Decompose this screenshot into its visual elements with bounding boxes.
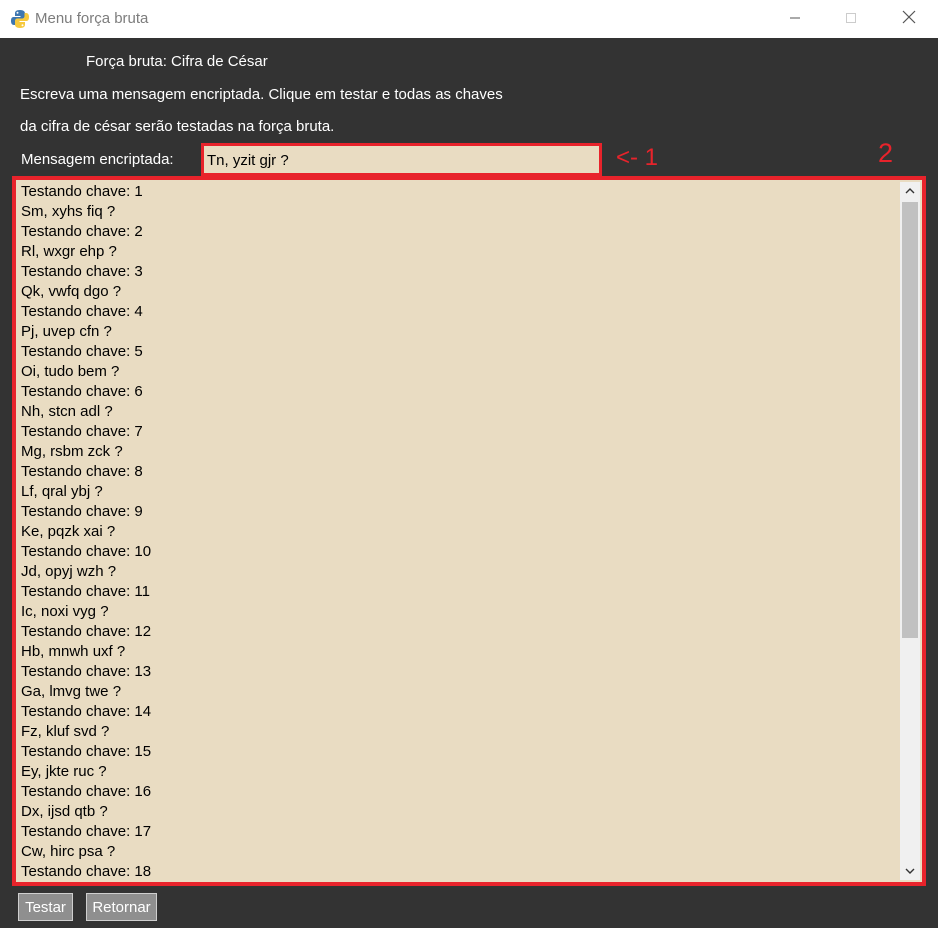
output-line: Testando chave: 10: [21, 543, 152, 560]
output-line: Dx, ijsd qtb ?: [21, 803, 108, 820]
output-line: Ke, pqzk xai ?: [21, 523, 116, 540]
output-line: Testando chave: 13: [21, 663, 152, 680]
window-title: Menu força bruta: [35, 10, 149, 27]
output-line: Ga, lmvg twe ?: [21, 683, 122, 700]
output-line: Testando chave: 15: [21, 743, 152, 760]
scroll-up-button[interactable]: [900, 182, 920, 200]
minimize-icon: [789, 11, 801, 28]
output-list: Testando chave: 1 Sm, xyhs fiq ? Testando …: [21, 182, 891, 882]
output-line: Nh, stcn adl ?: [21, 403, 113, 420]
output-line: Testando chave: 9: [21, 503, 143, 520]
output-line: Testando chave: 17: [21, 823, 152, 840]
python-icon: [10, 9, 30, 29]
scrollbar-thumb[interactable]: [902, 202, 918, 638]
encrypted-message-field-frame: [201, 143, 602, 176]
output-line: Cw, hirc psa ?: [21, 843, 116, 860]
maximize-button[interactable]: [822, 0, 880, 38]
scroll-down-button[interactable]: [900, 862, 920, 880]
output-line: Testando chave: 14: [21, 703, 152, 720]
description-line-1: Escreva uma mensagem encriptada. Clique …: [20, 86, 503, 103]
output-line: Testando chave: 16: [21, 783, 152, 800]
close-button[interactable]: [880, 0, 938, 38]
output-line: Rl, wxgr ehp ?: [21, 243, 117, 260]
return-button[interactable]: Retornar: [86, 893, 157, 921]
output-line: Testando chave: 11: [21, 583, 150, 600]
output-line: Testando chave: 12: [21, 623, 152, 640]
title-bar: Menu força bruta: [0, 0, 938, 38]
page-heading: Força bruta: Cifra de César: [86, 53, 268, 70]
output-line: Mg, rsbm zck ?: [21, 443, 123, 460]
output-line: Testando chave: 5: [21, 343, 143, 360]
output-line: Testando chave: 1: [21, 183, 143, 200]
test-button[interactable]: Testar: [18, 893, 73, 921]
encrypted-message-label: Mensagem encriptada:: [21, 151, 174, 168]
output-line: Sm, xyhs fiq ?: [21, 203, 116, 220]
chevron-down-icon: [905, 862, 915, 880]
output-line: Testando chave: 7: [21, 423, 143, 440]
output-text-area[interactable]: Testando chave: 1 Sm, xyhs fiq ? Testando …: [12, 176, 926, 886]
output-line: Fz, kluf svd ?: [21, 723, 110, 740]
close-icon: [902, 10, 916, 28]
description-line-2: da cifra de césar serão testadas na forç…: [20, 118, 335, 135]
output-line: Qk, vwfq dgo ?: [21, 283, 122, 300]
output-line: Testando chave: 3: [21, 263, 143, 280]
annotation-marker-2: 2: [878, 138, 894, 168]
output-line: Jd, opyj wzh ?: [21, 563, 117, 580]
output-line: Pj, uvep cfn ?: [21, 323, 112, 340]
maximize-icon: [845, 11, 857, 28]
output-line: Testando chave: 18: [21, 863, 152, 880]
output-line: Lf, qral ybj ?: [21, 483, 103, 500]
encrypted-message-input[interactable]: [204, 146, 599, 173]
output-line: Testando chave: 8: [21, 463, 143, 480]
chevron-up-icon: [905, 182, 915, 200]
vertical-scrollbar[interactable]: [900, 182, 920, 880]
output-line: Ey, jkte ruc ?: [21, 763, 107, 780]
output-line: Testando chave: 4: [21, 303, 143, 320]
output-line: Hb, mnwh uxf ?: [21, 643, 126, 660]
output-line: Testando chave: 6: [21, 383, 143, 400]
minimize-button[interactable]: [766, 0, 824, 38]
output-line: Ic, noxi vyg ?: [21, 603, 109, 620]
output-line: Oi, tudo bem ?: [21, 363, 120, 380]
output-line: Testando chave: 2: [21, 223, 143, 240]
annotation-marker-1: <- 1: [616, 144, 659, 171]
